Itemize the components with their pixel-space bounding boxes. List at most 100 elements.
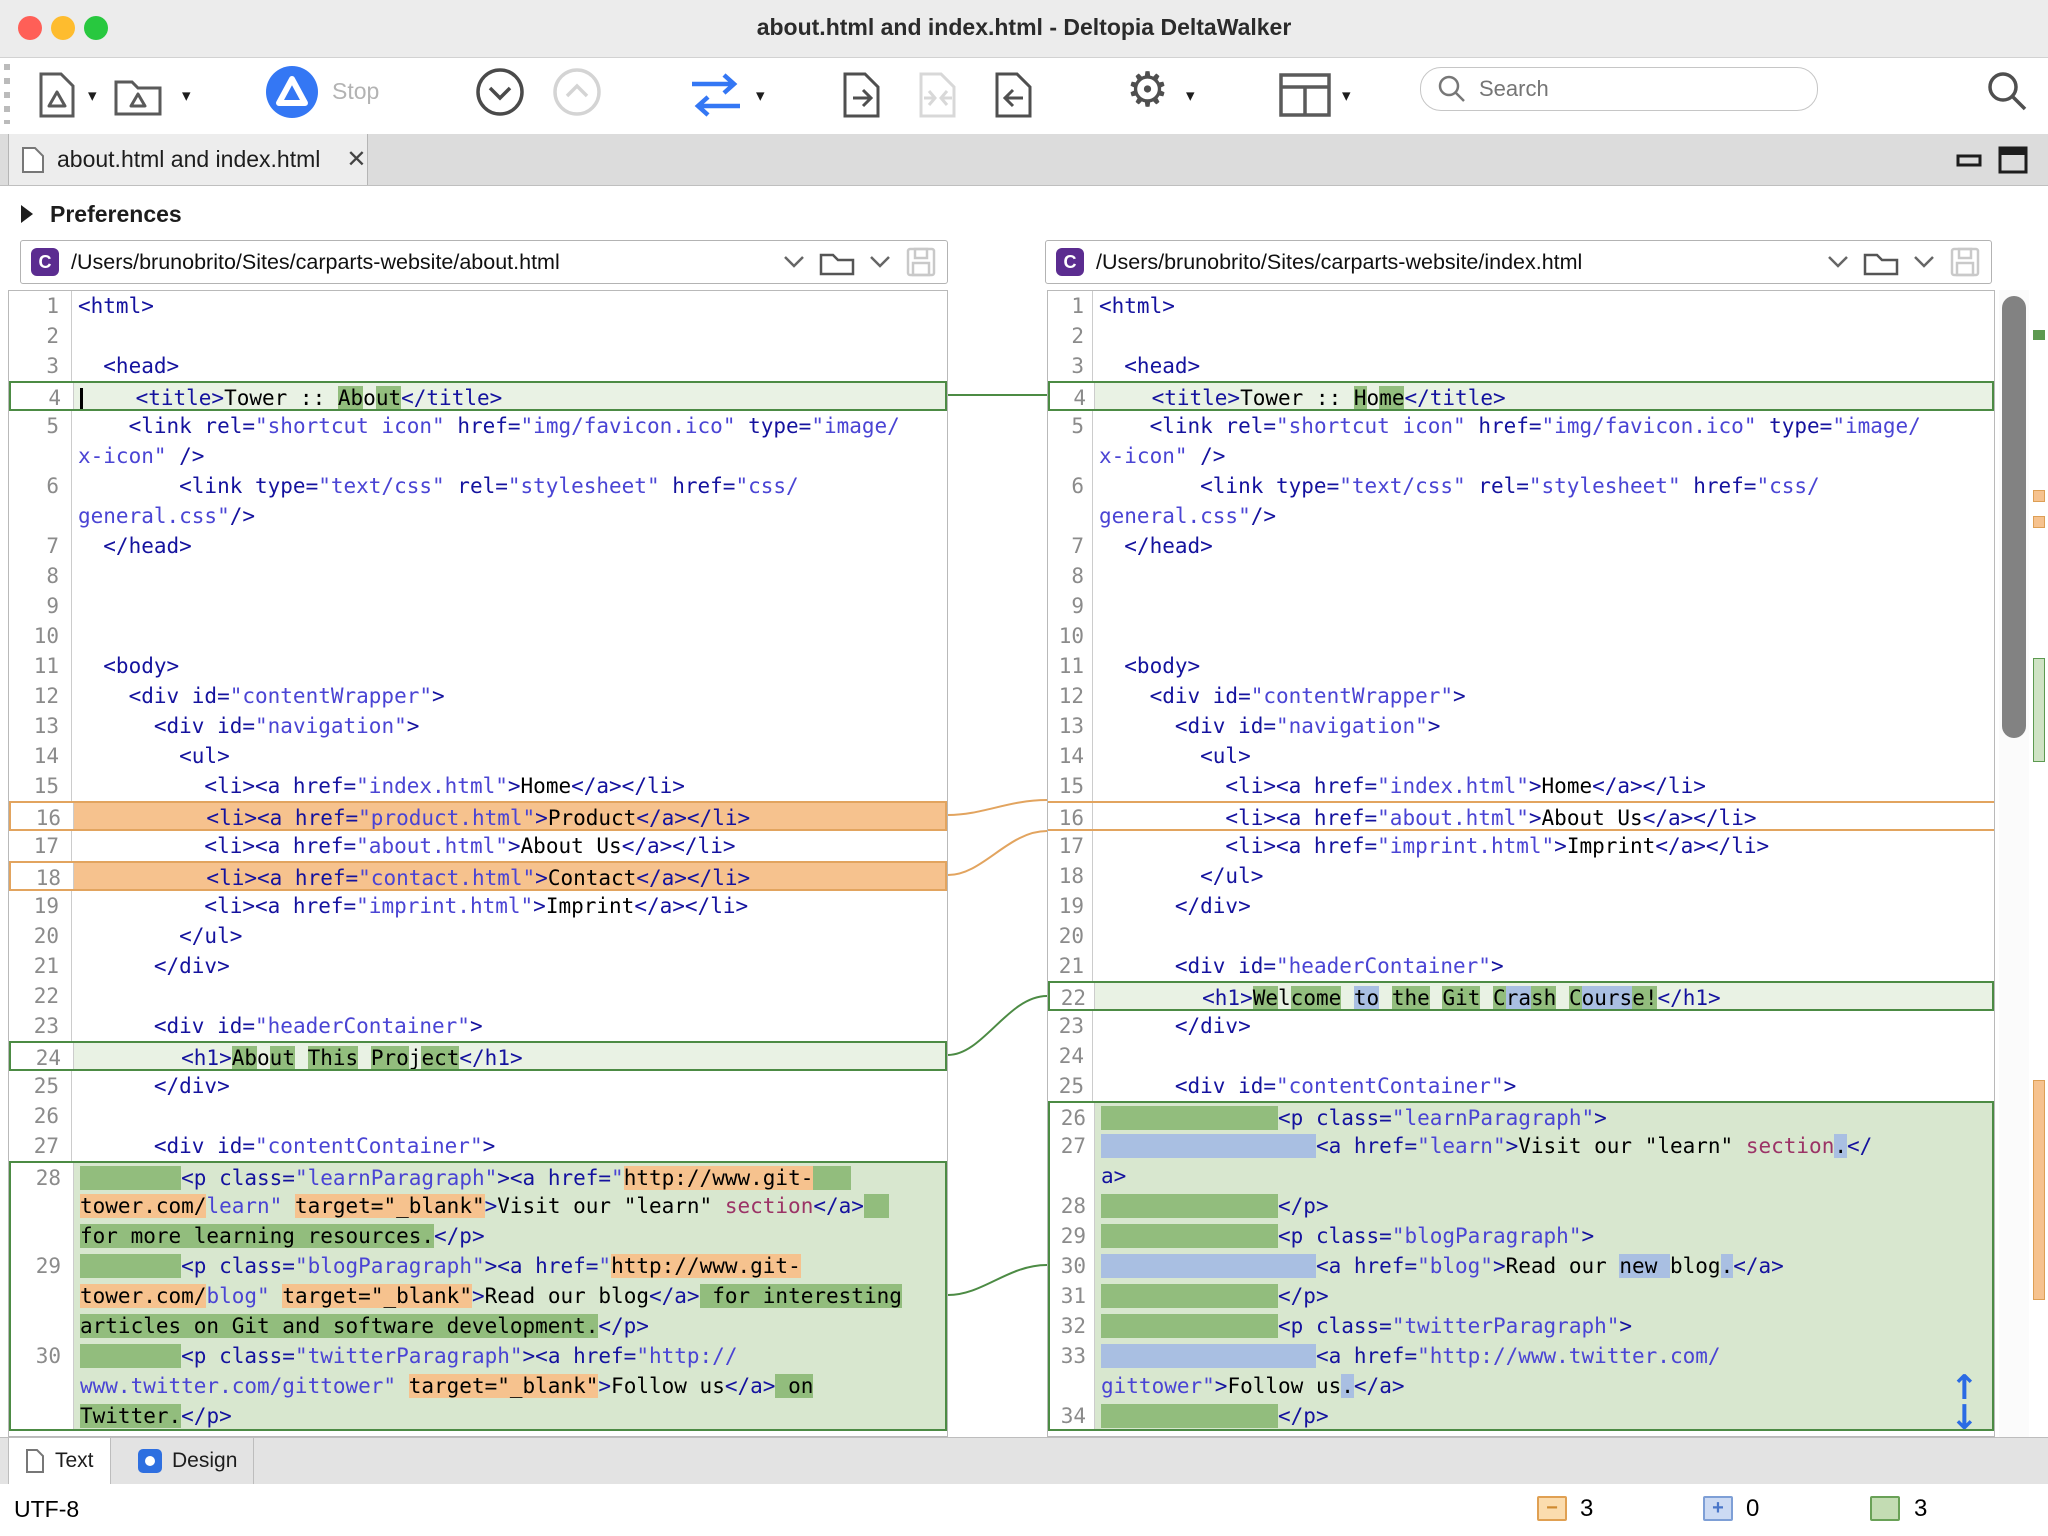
code-segment: target="_blank" — [282, 1284, 472, 1308]
code-segment: > — [533, 894, 546, 918]
code-segment: > — [1529, 806, 1542, 829]
right-folder-dropdown-icon[interactable] — [1913, 255, 1935, 269]
stop-button[interactable]: Stop — [332, 78, 379, 105]
code-segment: gittower" — [1101, 1374, 1215, 1398]
code-segment: </p> — [1278, 1404, 1329, 1428]
merge-right-button[interactable] — [840, 70, 884, 120]
compare-files-icon — [34, 70, 80, 120]
code-segment: <p class= — [181, 1166, 295, 1190]
compare-folders-menu-caret[interactable]: ▾ — [182, 86, 191, 106]
swap-menu-caret[interactable]: ▾ — [756, 86, 765, 106]
line-number — [11, 1281, 74, 1311]
line-number: 26 — [9, 1101, 72, 1131]
layout-menu-caret[interactable]: ▾ — [1342, 86, 1351, 106]
line-number: 22 — [9, 981, 72, 1011]
code-segment: <title> — [85, 386, 224, 409]
minimize-view-button[interactable] — [1956, 146, 1984, 174]
code-segment: o — [257, 1046, 270, 1069]
line-number: 19 — [9, 891, 72, 921]
code-row: for more learning resources.</p> — [9, 1221, 947, 1251]
right-save-icon — [1949, 246, 1981, 278]
code-line: <link rel="shortcut icon" href="img/favi… — [72, 411, 947, 441]
tab-design-view[interactable]: Design — [122, 1438, 254, 1484]
diff-overview-ruler[interactable] — [2031, 290, 2048, 1437]
scroll-down-arrow[interactable]: ↓ — [1950, 1398, 1979, 1438]
find-in-files-button[interactable] — [1984, 68, 2030, 114]
scrollbar-thumb[interactable] — [2002, 296, 2026, 738]
merge-both-button[interactable] — [916, 70, 960, 120]
code-segment: > — [1493, 1254, 1506, 1278]
ruler-mark-deleted[interactable] — [2033, 516, 2045, 528]
line-number: 20 — [9, 921, 72, 951]
code-segment: section — [725, 1194, 814, 1218]
layout-button[interactable] — [1278, 72, 1332, 118]
merge-right-icon — [840, 70, 884, 120]
code-segment: "headerContainer" — [1276, 954, 1491, 978]
ruler-mark-deleted[interactable] — [2033, 490, 2045, 502]
code-segment: " — [611, 1166, 624, 1190]
left-file-path[interactable]: /Users/brunobrito/Sites/carparts-website… — [71, 250, 769, 275]
code-row: 12 <div id="contentWrapper"> — [1048, 681, 1994, 711]
left-path-dropdown-icon[interactable] — [783, 255, 805, 269]
left-browse-folder-icon[interactable] — [819, 247, 855, 277]
code-segment: Twitter. — [80, 1404, 181, 1428]
next-difference-button[interactable] — [474, 66, 526, 118]
swap-sides-button[interactable] — [684, 70, 748, 120]
right-path-dropdown-icon[interactable] — [1827, 255, 1849, 269]
right-file-path[interactable]: /Users/brunobrito/Sites/carparts-website… — [1096, 250, 1813, 275]
code-segment: > — [1215, 1374, 1228, 1398]
ruler-mark-changed-block[interactable] — [2033, 658, 2045, 762]
toolbar-drag-handle[interactable] — [4, 64, 10, 124]
code-segment — [1101, 1106, 1278, 1130]
code-segment: > — [1594, 1106, 1607, 1130]
code-segment: Home — [1542, 774, 1593, 798]
code-segment: ect — [421, 1046, 459, 1069]
code-segment: "shortcut icon" — [1276, 414, 1466, 438]
maximize-view-button[interactable] — [1998, 146, 2028, 174]
compare-folders-button[interactable] — [112, 72, 164, 118]
right-browse-folder-icon[interactable] — [1863, 247, 1899, 277]
tab-text-view[interactable]: Text — [8, 1438, 111, 1484]
ruler-mark-changed[interactable] — [2033, 330, 2045, 340]
code-segment: x-icon" — [78, 444, 167, 468]
merge-left-button[interactable] — [992, 70, 1036, 120]
previous-difference-button[interactable] — [551, 66, 603, 118]
code-segment: </div> — [78, 1074, 230, 1098]
preferences-disclosure[interactable]: Preferences — [8, 192, 182, 236]
code-row: 9 — [1048, 591, 1994, 621]
right-editor-pane[interactable]: 1<html>23 <head>4 <title>Tower :: Home</… — [1047, 290, 1995, 1437]
code-segment — [396, 1374, 409, 1398]
code-row: 17 <li><a href="imprint.html">Imprint</a… — [1048, 831, 1994, 861]
search-input[interactable] — [1477, 75, 1781, 103]
code-segment: > — [1491, 954, 1504, 978]
settings-menu-caret[interactable]: ▾ — [1186, 86, 1195, 106]
left-folder-dropdown-icon[interactable] — [869, 255, 891, 269]
compare-files-menu-caret[interactable]: ▾ — [88, 86, 97, 106]
line-number — [1048, 441, 1093, 471]
code-segment: ut — [376, 386, 401, 409]
code-segment: > — [483, 1134, 496, 1158]
code-segment: <body> — [78, 654, 179, 678]
close-tab-icon[interactable]: ✕ — [346, 145, 366, 174]
code-row: 1<html> — [9, 291, 947, 321]
ruler-mark-deleted-block[interactable] — [2033, 1080, 2045, 1300]
preferences-label: Preferences — [50, 201, 182, 228]
main-toolbar: ▾ ▾ Stop — [0, 58, 2048, 134]
settings-button[interactable]: ⚙ — [1126, 62, 1169, 118]
document-tab[interactable]: about.html and index.html ✕ — [8, 134, 368, 185]
code-segment: <div id= — [1099, 1074, 1276, 1098]
left-editor-pane[interactable]: 1<html>23 <head>4 <title>Tower :: About<… — [8, 290, 948, 1437]
code-segment: ra — [1506, 986, 1531, 1009]
code-line: <head> — [1093, 351, 1994, 381]
refresh-compare-button[interactable] — [266, 66, 318, 118]
code-segment: <div id= — [78, 1014, 255, 1038]
code-line: <div id="contentContainer"> — [1093, 1071, 1994, 1101]
compare-files-button[interactable] — [34, 70, 80, 120]
code-segment — [1101, 1314, 1278, 1338]
code-segment: articles on Git and software development… — [80, 1314, 598, 1338]
code-segment: > — [1581, 1224, 1594, 1248]
code-line: <div id="navigation"> — [1093, 711, 1994, 741]
line-number: 10 — [1048, 621, 1093, 651]
code-segment — [1101, 1284, 1278, 1308]
code-segment: to — [1354, 986, 1379, 1009]
